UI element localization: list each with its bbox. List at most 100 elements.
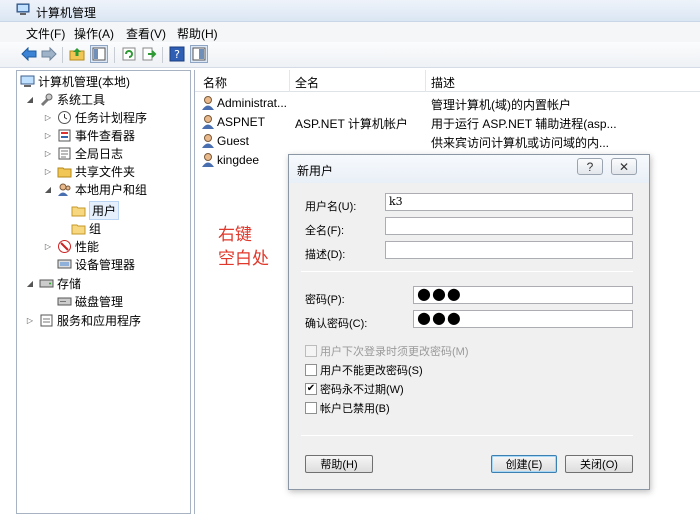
tree-item-users[interactable]: 用户 <box>70 200 120 220</box>
menu-action[interactable]: 操作(A) <box>74 25 114 42</box>
cell-name: ASPNET <box>217 115 266 129</box>
computer-icon <box>19 73 35 89</box>
title-bar: 计算机管理 <box>0 0 700 22</box>
help-button[interactable]: 帮助(H) <box>305 455 373 473</box>
close-icon[interactable]: ✕ <box>611 158 637 175</box>
tree-item-shared-folders[interactable]: ▷ 共享文件夹 <box>43 162 135 180</box>
tree-label-shared-folders: 共享文件夹 <box>75 164 136 179</box>
folder-icon <box>70 220 86 236</box>
help-icon[interactable]: ? <box>168 45 186 63</box>
menu-file[interactable]: 文件(F) <box>26 25 65 42</box>
annotation-text: 右键 空白处 <box>218 223 269 271</box>
cell-name: Administrat... <box>217 96 288 110</box>
list-item[interactable]: ASPNET ASP.NET 计算机帐户 用于运行 ASP.NET 辅助进程(a… <box>195 113 700 131</box>
folder-icon <box>70 202 86 218</box>
navigation-tree: 计算机管理(本地) ◢ 系统工具 ▷ 任务计划程序 ▷ 事件查看器 ▷ 全局日志… <box>16 70 191 514</box>
forward-icon[interactable] <box>40 45 58 63</box>
expand-arrow-icon[interactable]: ▷ <box>43 131 53 140</box>
checkmark-icon: ✔ <box>305 383 317 395</box>
expand-arrow-icon[interactable]: ▷ <box>43 167 53 176</box>
cell-fullname: ASP.NET 计算机帐户 <box>295 117 408 131</box>
tree-item-groups[interactable]: 组 <box>70 219 101 237</box>
account-disabled-checkbox[interactable]: 帐户已禁用(B) <box>305 400 390 416</box>
tools-icon <box>38 91 54 107</box>
username-label: 用户名(U): <box>305 201 357 213</box>
collapse-arrow-icon[interactable]: ◢ <box>43 185 53 194</box>
tree-label-local-users-groups: 本地用户和组 <box>75 182 148 197</box>
disk-icon <box>56 293 72 309</box>
tree-item-storage[interactable]: ◢ 存储 <box>25 274 81 292</box>
collapse-arrow-icon[interactable]: ◢ <box>25 279 35 288</box>
column-header-description[interactable]: 描述 <box>431 74 455 91</box>
collapse-arrow-icon[interactable]: ◢ <box>25 95 35 104</box>
password-never-expires-checkbox[interactable]: ✔ 密码永不过期(W) <box>305 381 404 397</box>
tree-label-event-viewer: 事件查看器 <box>75 128 136 143</box>
computer-management-icon <box>16 3 30 15</box>
tree-item-global-log[interactable]: ▷ 全局日志 <box>43 144 123 162</box>
expand-arrow-icon[interactable]: ▷ <box>43 149 53 158</box>
dialog-title-bar: 新用户 ? ✕ <box>289 155 649 183</box>
confirm-password-field[interactable]: ●●● <box>413 310 633 328</box>
menu-view[interactable]: 查看(V) <box>126 25 166 42</box>
refresh-icon[interactable] <box>120 45 138 63</box>
expand-arrow-icon[interactable]: ▷ <box>43 113 53 122</box>
column-header-fullname[interactable]: 全名 <box>295 74 319 91</box>
tree-item-root[interactable]: 计算机管理(本地) <box>19 72 130 90</box>
menu-bar: 文件(F) 操作(A) 查看(V) 帮助(H) <box>0 22 700 42</box>
cell-name: kingdee <box>217 153 260 167</box>
expand-arrow-icon[interactable]: ▷ <box>25 316 35 325</box>
tree-item-local-users-groups[interactable]: ◢ 本地用户和组 <box>43 180 147 198</box>
tree-label-disk-management: 磁盘管理 <box>75 294 124 309</box>
device-manager-icon <box>56 256 72 272</box>
create-button[interactable]: 创建(E) <box>491 455 557 473</box>
show-hide-tree-icon[interactable] <box>90 45 108 63</box>
cannot-change-password-checkbox[interactable]: 用户不能更改密码(S) <box>305 362 423 378</box>
up-icon[interactable] <box>68 45 86 63</box>
tree-label-root: 计算机管理(本地) <box>38 74 130 89</box>
performance-icon <box>56 238 72 254</box>
divider <box>301 271 633 272</box>
back-icon[interactable] <box>20 45 38 63</box>
users-icon <box>56 181 72 197</box>
password-field[interactable]: ●●● <box>413 286 633 304</box>
tree-label-storage: 存储 <box>57 276 82 291</box>
cell-name: Guest <box>217 134 250 148</box>
annotation-line-2: 空白处 <box>218 249 269 268</box>
user-icon <box>202 134 214 148</box>
checkbox-label: 密码永不过期(W) <box>320 384 404 396</box>
tree-item-disk-management[interactable]: 磁盘管理 <box>56 292 123 310</box>
user-icon <box>202 96 214 110</box>
tree-label-global-log: 全局日志 <box>75 146 124 161</box>
list-item[interactable]: Administrat... 管理计算机(域)的内置帐户 <box>195 94 700 112</box>
tree-item-system-tools[interactable]: ◢ 系统工具 <box>25 90 105 108</box>
fullname-field[interactable] <box>385 217 633 235</box>
shared-folder-icon <box>56 163 72 179</box>
menu-help[interactable]: 帮助(H) <box>177 25 218 42</box>
must-change-password-checkbox[interactable]: 用户下次登录时须更改密码(M) <box>305 343 469 359</box>
annotation-line-1: 右键 <box>218 225 252 244</box>
help-icon[interactable]: ? <box>577 158 603 175</box>
tree-item-device-manager[interactable]: 设备管理器 <box>56 255 135 273</box>
checkbox-label: 帐户已禁用(B) <box>320 403 390 415</box>
tree-item-services-apps[interactable]: ▷ 服务和应用程序 <box>25 311 141 329</box>
list-item[interactable]: Guest 供来宾访问计算机或访问域的内... <box>195 132 700 150</box>
checkbox-box <box>305 402 317 414</box>
properties-icon[interactable] <box>190 45 208 63</box>
cell-description: 管理计算机(域)的内置帐户 <box>431 98 571 112</box>
tree-item-performance[interactable]: ▷ 性能 <box>43 237 99 255</box>
user-icon <box>202 153 214 167</box>
description-field[interactable] <box>385 241 633 259</box>
storage-icon <box>38 275 54 291</box>
expand-arrow-icon[interactable]: ▷ <box>43 242 53 251</box>
password-label: 密码(P): <box>305 294 345 306</box>
close-button[interactable]: 关闭(O) <box>565 455 633 473</box>
column-header-name[interactable]: 名称 <box>203 74 227 91</box>
username-field[interactable]: k3 <box>385 193 633 211</box>
export-icon[interactable] <box>140 45 158 63</box>
description-label: 描述(D): <box>305 249 346 261</box>
checkbox-box <box>305 345 317 357</box>
tree-item-event-viewer[interactable]: ▷ 事件查看器 <box>43 126 135 144</box>
log-icon <box>56 145 72 161</box>
tree-item-task-scheduler[interactable]: ▷ 任务计划程序 <box>43 108 147 126</box>
dialog-title: 新用户 <box>297 164 334 178</box>
